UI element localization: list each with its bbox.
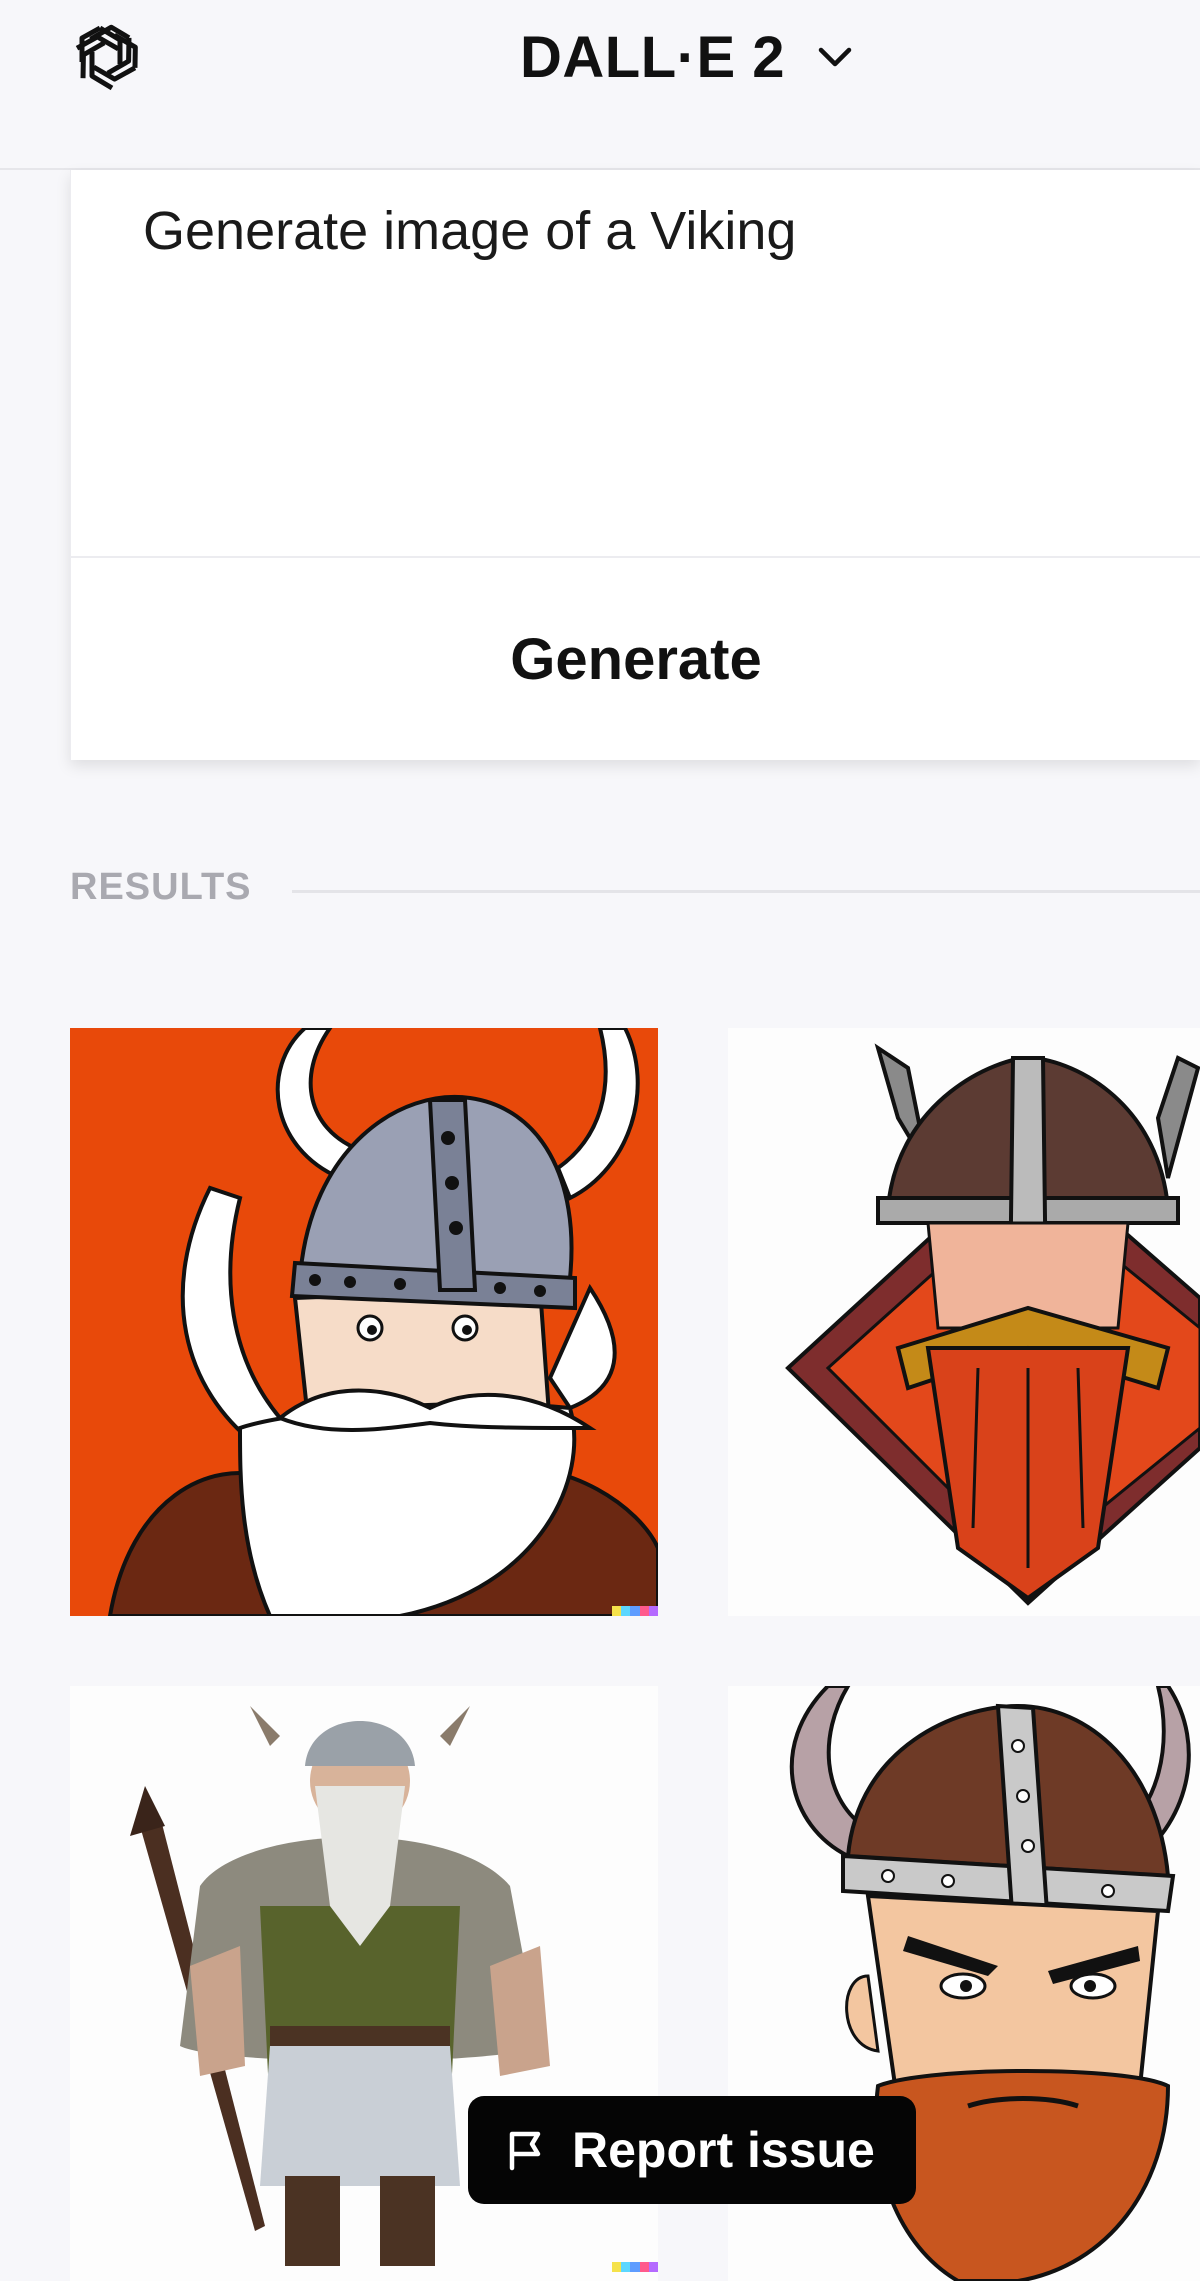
result-image-2[interactable] xyxy=(728,1028,1200,1616)
model-switcher[interactable]: DALL·E 2 xyxy=(520,22,855,92)
signature-mark xyxy=(612,1606,658,1616)
report-issue-label: Report issue xyxy=(572,2122,875,2178)
results-heading: RESULTS xyxy=(70,866,252,908)
results-divider xyxy=(292,890,1200,893)
openai-logo-icon[interactable] xyxy=(68,20,144,96)
report-issue-button[interactable]: Report issue xyxy=(468,2096,916,2204)
viking-emblem-image xyxy=(728,1028,1200,1616)
prompt-card: Generate image of a Viking Generate xyxy=(70,170,1200,760)
flag-icon xyxy=(509,2131,541,2171)
page: DALL·E 2 Generate image of a Viking Gene… xyxy=(0,0,1200,2281)
result-image-1[interactable] xyxy=(70,1028,658,1616)
signature-mark xyxy=(612,2262,659,2272)
chevron-down-icon xyxy=(818,47,852,67)
generate-label: Generate xyxy=(510,626,762,692)
generate-button[interactable]: Generate xyxy=(71,558,1200,760)
app-header: DALL·E 2 xyxy=(0,0,1200,170)
prompt-textarea[interactable]: Generate image of a Viking xyxy=(143,200,796,262)
model-title: DALL·E 2 xyxy=(520,24,785,90)
viking-cartoon-image xyxy=(70,1028,658,1616)
